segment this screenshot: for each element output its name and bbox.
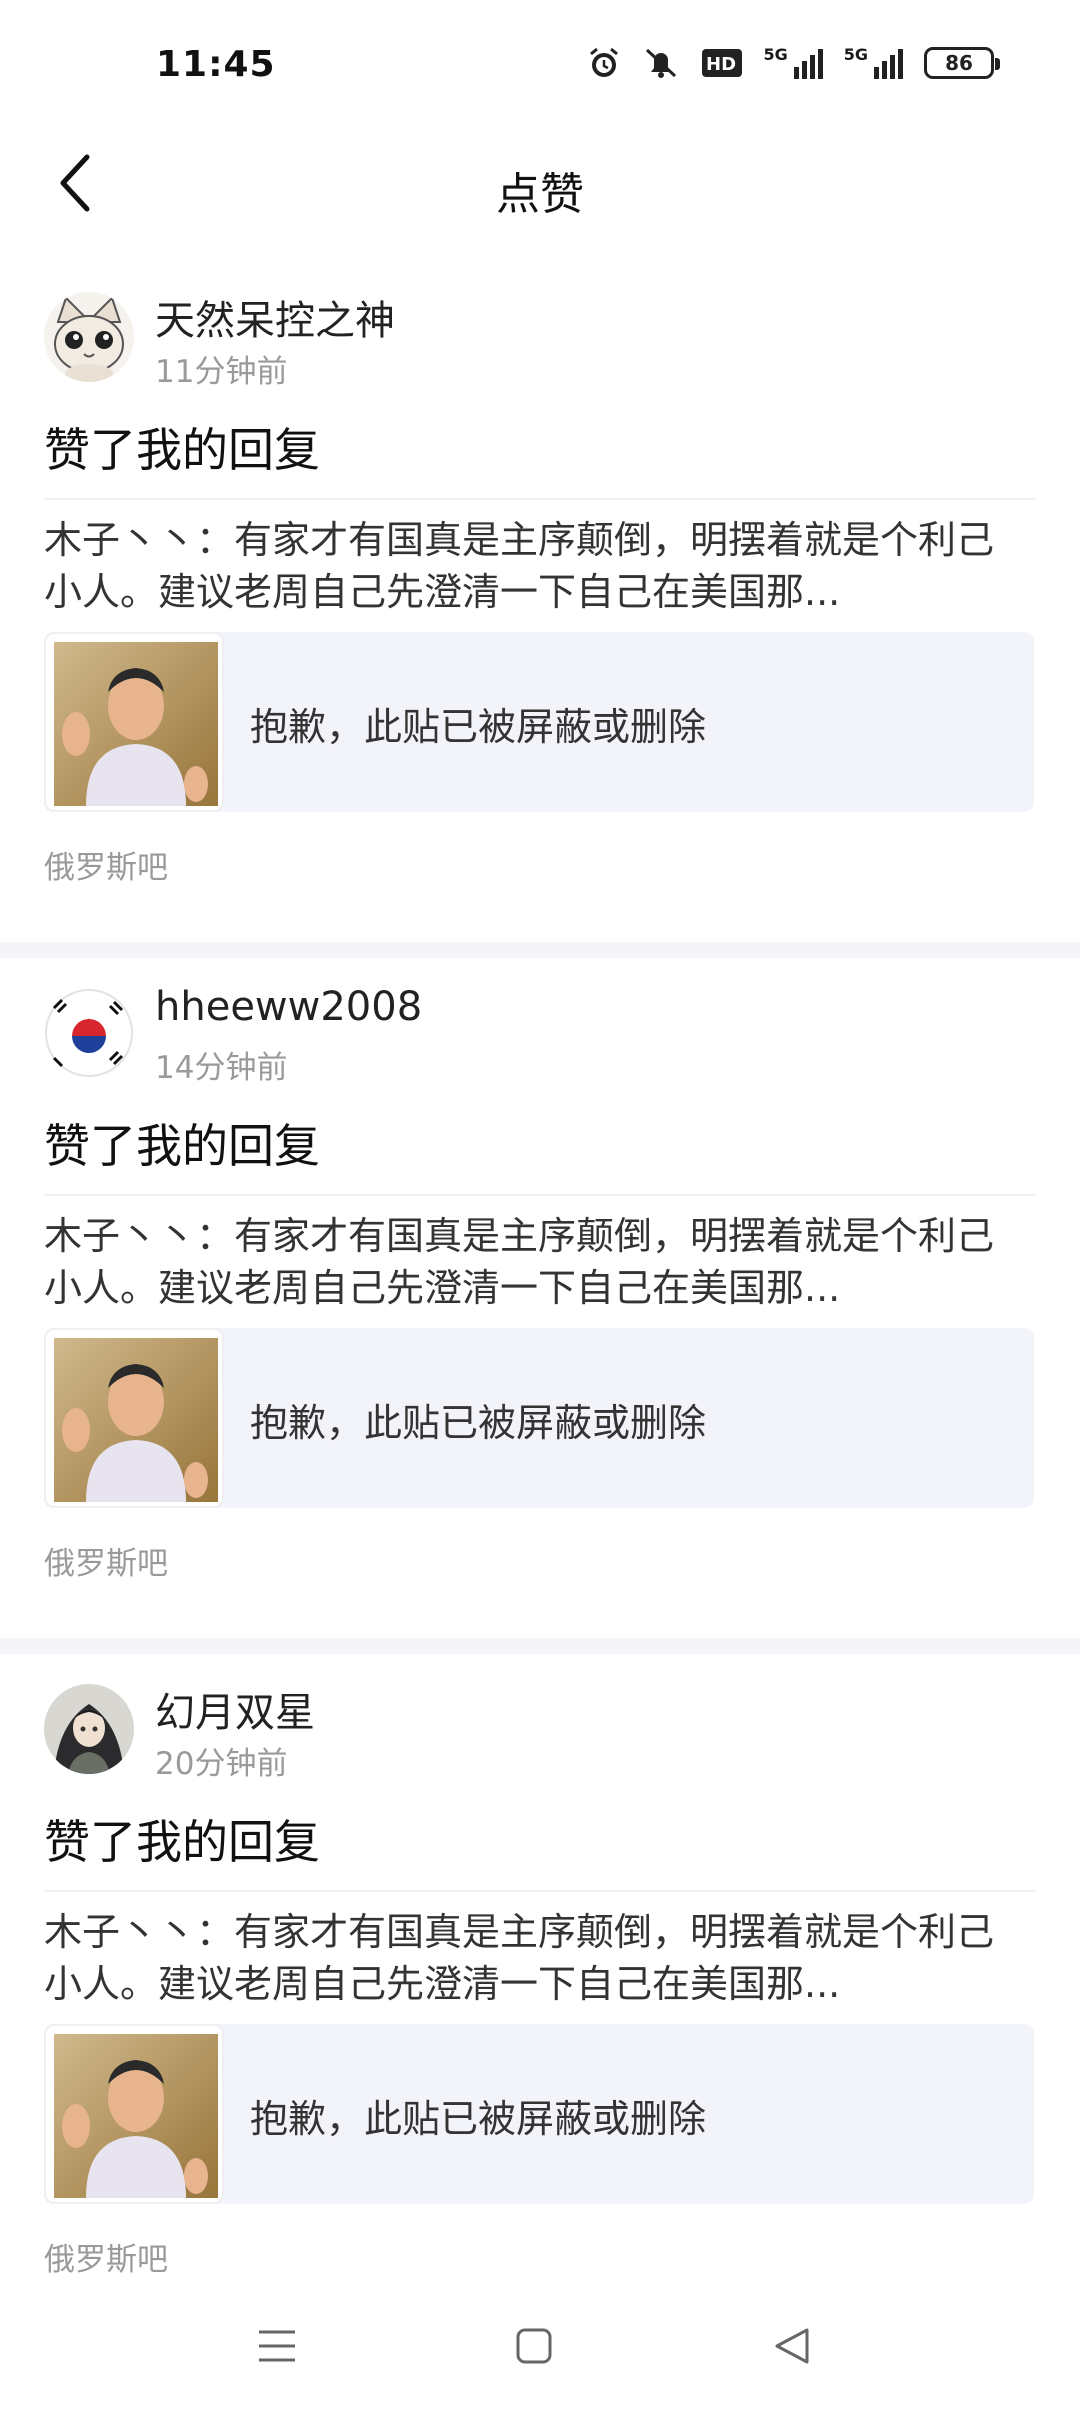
- timestamp: 20分钟前: [155, 1746, 288, 1782]
- reply-preview[interactable]: 木子丶丶：有家才有国真是主序颠倒，明摆着就是个利己小人。建议老周自己先澄清一下自…: [44, 1906, 1024, 2010]
- user-name[interactable]: 幻月双星: [155, 1680, 315, 1738]
- post-status: 抱歉，此贴已被屏蔽或删除: [250, 2097, 707, 2141]
- like-notification-list: 天然呆控之神 11分钟前 赞了我的回复 木子丶丶：有家才有国真是主序颠倒，明摆着…: [0, 262, 1080, 2334]
- back-triangle-icon: [775, 2328, 809, 2364]
- alarm-icon: [587, 46, 621, 80]
- battery-icon: 86: [924, 47, 1000, 79]
- timestamp: 11分钟前: [155, 354, 288, 390]
- forum-name[interactable]: 俄罗斯吧: [44, 2234, 168, 2279]
- action-text: 赞了我的回复: [44, 423, 320, 477]
- separator: [0, 1638, 1080, 1654]
- action-text: 赞了我的回复: [44, 1815, 320, 1869]
- status-time: 11:45: [156, 44, 276, 85]
- list-item[interactable]: 幻月双星 20分钟前 赞了我的回复 木子丶丶：有家才有国真是主序颠倒，明摆着就是…: [0, 1654, 1080, 2334]
- home-button[interactable]: [504, 2316, 564, 2376]
- home-icon: [516, 2328, 552, 2364]
- avatar[interactable]: [44, 292, 134, 382]
- mute-icon: [641, 46, 681, 80]
- divider: [44, 1194, 1036, 1196]
- post-thumbnail: [44, 632, 224, 812]
- back-nav-button[interactable]: [762, 2316, 822, 2376]
- divider: [44, 498, 1036, 500]
- menu-button[interactable]: [247, 2316, 307, 2376]
- menu-icon: [259, 2330, 295, 2362]
- hd-icon: HD: [701, 48, 743, 78]
- signal-icon: 5G: [844, 47, 904, 79]
- post-status: 抱歉，此贴已被屏蔽或删除: [250, 1401, 707, 1445]
- status-bar: 11:45 HD 5G 5G 86: [0, 0, 1080, 130]
- list-item[interactable]: hheeww2008 14分钟前 赞了我的回复 木子丶丶：有家才有国真是主序颠倒…: [0, 958, 1080, 1638]
- post-preview[interactable]: 抱歉，此贴已被屏蔽或删除: [44, 632, 1034, 812]
- user-name[interactable]: hheeww2008: [155, 984, 422, 1030]
- reply-preview[interactable]: 木子丶丶：有家才有国真是主序颠倒，明摆着就是个利己小人。建议老周自己先澄清一下自…: [44, 1210, 1024, 1314]
- forum-name[interactable]: 俄罗斯吧: [44, 1538, 168, 1583]
- action-text: 赞了我的回复: [44, 1119, 320, 1173]
- battery-level: 86: [945, 51, 973, 75]
- system-nav-bar: [0, 2280, 1080, 2412]
- page-title: 点赞: [496, 169, 584, 220]
- signal-icon: 5G: [763, 47, 823, 79]
- user-name[interactable]: 天然呆控之神: [155, 288, 395, 346]
- timestamp: 14分钟前: [155, 1050, 288, 1086]
- post-thumbnail: [44, 1328, 224, 1508]
- post-preview[interactable]: 抱歉，此贴已被屏蔽或删除: [44, 1328, 1034, 1508]
- divider: [44, 1890, 1036, 1892]
- separator: [0, 942, 1080, 958]
- post-status: 抱歉，此贴已被屏蔽或删除: [250, 705, 707, 749]
- top-nav-bar: 点赞: [0, 130, 1080, 240]
- status-icons: HD 5G 5G 86: [587, 46, 1000, 80]
- avatar[interactable]: [44, 988, 134, 1078]
- post-preview[interactable]: 抱歉，此贴已被屏蔽或删除: [44, 2024, 1034, 2204]
- post-thumbnail: [44, 2024, 224, 2204]
- list-item[interactable]: 天然呆控之神 11分钟前 赞了我的回复 木子丶丶：有家才有国真是主序颠倒，明摆着…: [0, 262, 1080, 942]
- svg-text:HD: HD: [706, 54, 736, 75]
- avatar[interactable]: [44, 1684, 134, 1774]
- reply-preview[interactable]: 木子丶丶：有家才有国真是主序颠倒，明摆着就是个利己小人。建议老周自己先澄清一下自…: [44, 514, 1024, 618]
- forum-name[interactable]: 俄罗斯吧: [44, 842, 168, 887]
